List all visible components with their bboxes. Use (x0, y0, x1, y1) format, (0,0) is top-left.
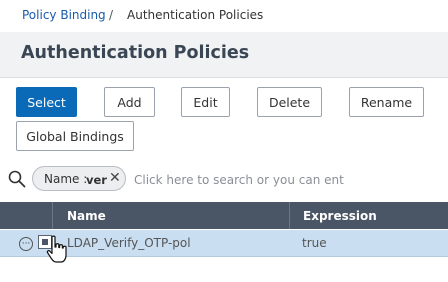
close-icon[interactable]: ✕ (109, 170, 121, 186)
breadcrumb: Policy Binding / Authentication Policies (0, 0, 448, 32)
search-icon[interactable] (8, 170, 26, 188)
delete-button[interactable]: Delete (257, 87, 322, 117)
pointer-cursor-icon (46, 235, 67, 263)
column-header-name[interactable]: Name (67, 202, 106, 229)
column-divider (52, 202, 53, 229)
column-header-expression[interactable]: Expression (303, 202, 377, 229)
breadcrumb-policy-binding[interactable]: Policy Binding (22, 8, 106, 22)
search-input[interactable] (134, 171, 344, 189)
filter-chip-value: ver (86, 173, 107, 187)
more-options-icon[interactable]: ··· (19, 237, 33, 251)
breadcrumb-separator: / (109, 8, 114, 22)
edit-button[interactable]: Edit (181, 87, 230, 117)
column-divider (289, 202, 290, 229)
global-bindings-button[interactable]: Global Bindings (16, 121, 134, 151)
table-header: Name Expression (0, 202, 448, 229)
select-button[interactable]: Select (16, 87, 77, 117)
filter-chip[interactable]: Name : ver ✕ (32, 166, 126, 191)
cell-expression: true (302, 236, 327, 250)
breadcrumb-current: Authentication Policies (127, 8, 264, 22)
page-title: Authentication Policies (21, 43, 250, 63)
rename-button[interactable]: Rename (349, 87, 424, 117)
filter-chip-key: Name : (44, 172, 88, 186)
search-bar: Name : ver ✕ (0, 162, 448, 196)
add-button[interactable]: Add (104, 87, 155, 117)
title-bar: Authentication Policies (0, 32, 448, 78)
cell-name: LDAP_Verify_OTP-pol (67, 236, 191, 250)
